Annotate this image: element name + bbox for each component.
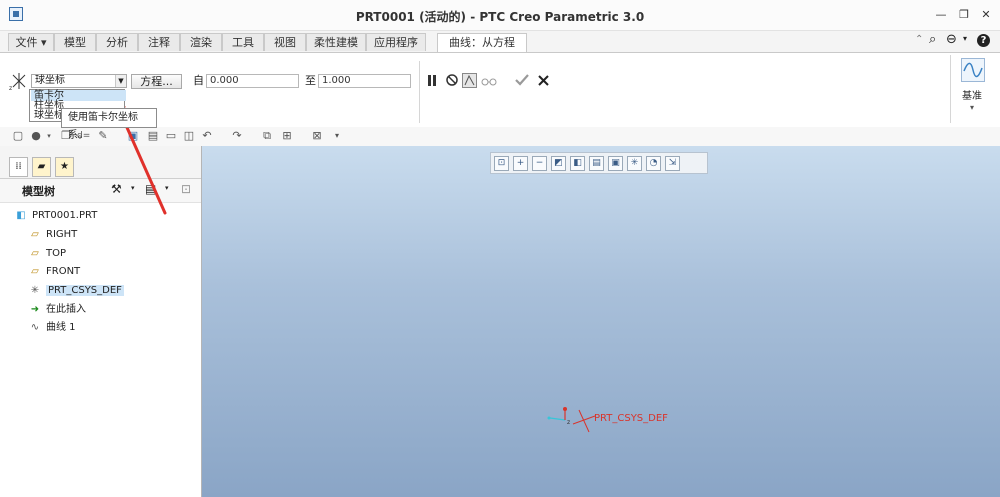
tree-item-right[interactable]: ▱ RIGHT [28, 226, 77, 243]
tree-item-curve[interactable]: ∿ 曲线 1 [28, 319, 76, 336]
saved-orientations-icon[interactable]: ▤ [589, 156, 604, 171]
chevron-down-icon: ▼ [115, 75, 126, 87]
window-icon[interactable]: ◫ [183, 130, 195, 142]
curve-icon: ∿ [30, 322, 40, 333]
layout-icon[interactable]: ⊞ [281, 130, 293, 142]
tab-annotate[interactable]: 注释 [138, 33, 180, 51]
save-icon[interactable]: ▣ [127, 130, 139, 142]
svg-text:z: z [567, 419, 570, 426]
sync-icon[interactable]: ⊖ [946, 32, 957, 47]
chevron-down-icon[interactable]: ▾ [43, 130, 55, 142]
tab-analysis[interactable]: 分析 [96, 33, 138, 51]
quick-access-toolbar: ▢ ● ▾ ❐ d= ✎ ▣ ▤ ▭ ◫ ↶ ↷ ⧉ ⊞ ⊠ ▾ [0, 127, 1000, 146]
csys-type-value: 球坐标 [35, 75, 65, 86]
datum-plane-icon: ▱ [31, 229, 39, 240]
collapse-ribbon-icon[interactable]: ⌃ [915, 34, 923, 45]
no-geometry-icon[interactable] [445, 73, 459, 87]
open-icon[interactable]: ▭ [165, 130, 177, 142]
model-tree-panel: ⁞⁞ ▰ ★ 模型树 ⚒ ▾ ▤ ▾ ⊡ ◧ PRT0001.PRT ▱ RIGHT… [0, 146, 202, 497]
csys-label: PRT_CSYS_DEF [594, 413, 668, 424]
refit-icon[interactable]: ⊡ [494, 156, 509, 171]
model-tree-title: 模型树 [22, 185, 55, 198]
zoom-window-icon[interactable]: ⧉ [261, 130, 273, 142]
close-x-icon[interactable] [537, 74, 550, 87]
spin-center-icon[interactable]: ◔ [646, 156, 661, 171]
chevron-down-icon[interactable]: ▾ [970, 103, 974, 112]
close-button[interactable]: ✕ [979, 9, 993, 21]
equation-button[interactable]: 方程... [131, 74, 182, 89]
from-value-field[interactable]: 0.000 [206, 74, 299, 88]
tab-model[interactable]: 模型 [54, 33, 96, 51]
datum-display-icon[interactable]: ✳ [627, 156, 642, 171]
datum-plane-icon: ▱ [31, 266, 39, 277]
graphics-toolbar: ⊡ + − ◩ ◧ ▤ ▣ ✳ ◔ ⇲ [490, 152, 708, 174]
window-title: PRT0001 (活动的) - PTC Creo Parametric 3.0 [355, 10, 645, 24]
navigator-tabs: ⁞⁞ ▰ ★ [0, 146, 201, 179]
minimize-button[interactable]: — [934, 9, 948, 21]
chevron-down-icon[interactable]: ▾ [165, 184, 169, 192]
tree-item-top[interactable]: ▱ TOP [28, 245, 66, 262]
filter-icon[interactable]: ⊡ [181, 182, 191, 196]
tab-applications[interactable]: 应用程序 [366, 33, 426, 51]
glasses-icon[interactable] [481, 74, 497, 87]
datum-label[interactable]: 基准 [962, 87, 982, 102]
verify-mode-icon[interactable] [462, 73, 477, 88]
tree-item-csys[interactable]: ✳ PRT_CSYS_DEF [28, 282, 124, 299]
folder-browser-tab[interactable]: ▰ [32, 157, 51, 177]
search-icon[interactable]: ⌕ [929, 32, 936, 47]
insert-arrow-icon: ➜ [30, 304, 40, 315]
view-manager-icon[interactable]: ▣ [608, 156, 623, 171]
checkmark-icon[interactable] [514, 72, 530, 88]
settings-icon[interactable]: ⚒ [111, 182, 122, 196]
model-tree-header: 模型树 ⚒ ▾ ▤ ▾ ⊡ [0, 179, 201, 203]
tree-item-front[interactable]: ▱ FRONT [28, 263, 80, 280]
to-label: 至 [305, 74, 316, 87]
tree-item-root[interactable]: ◧ PRT0001.PRT [14, 207, 97, 224]
restore-button[interactable]: ❐ [957, 9, 971, 21]
redo-icon[interactable]: ↷ [231, 130, 243, 142]
pause-icon[interactable] [426, 74, 438, 87]
help-icon[interactable]: ? [977, 34, 990, 47]
chevron-down-icon[interactable]: ▾ [131, 184, 135, 192]
chevron-down-icon[interactable]: ▾ [963, 34, 967, 43]
tab-curve-from-equation[interactable]: 曲线：从方程 [437, 33, 527, 52]
tree-item-insert-here[interactable]: ➜ 在此插入 [28, 301, 86, 318]
display-style-icon[interactable]: ◧ [570, 156, 585, 171]
csys-type-icon: z [9, 71, 29, 92]
undo-icon[interactable]: ↶ [201, 130, 213, 142]
tab-file[interactable]: 文件 ▾ [8, 33, 54, 51]
from-label: 自 [193, 74, 204, 87]
tab-render[interactable]: 渲染 [180, 33, 222, 51]
tab-tools[interactable]: 工具 [222, 33, 264, 51]
zoom-in-icon[interactable]: + [513, 156, 528, 171]
divider [950, 55, 951, 123]
model-tree-tab[interactable]: ⁞⁞ [9, 157, 28, 177]
show-icon[interactable]: ▤ [145, 182, 156, 196]
appearance-icon[interactable]: ● [30, 130, 42, 142]
divider [419, 61, 420, 123]
part-icon: ◧ [16, 210, 26, 221]
tooltip: 使用笛卡尔坐标系。 [61, 108, 157, 141]
datum-plane-icon: ▱ [31, 248, 39, 259]
new-file-icon[interactable]: ▢ [12, 130, 24, 142]
ribbon-tabs: 文件 ▾ 模型 分析 注释 渲染 工具 视图 柔性建模 应用程序 曲线：从方程 … [0, 32, 1000, 52]
csys-icon: ✳ [30, 285, 40, 296]
tab-view[interactable]: 视图 [264, 33, 306, 51]
regenerate-icon[interactable]: ▤ [147, 130, 159, 142]
csys-type-combo[interactable]: 球坐标 ▼ [31, 74, 127, 88]
chevron-down-icon[interactable]: ▾ [331, 130, 343, 142]
datum-curve-icon[interactable] [961, 58, 985, 82]
title-bar: PRT0001 (活动的) - PTC Creo Parametric 3.0 … [0, 0, 1000, 31]
repaint-icon[interactable]: ◩ [551, 156, 566, 171]
favorites-tab[interactable]: ★ [55, 157, 74, 177]
graphics-viewport[interactable]: ⊡ + − ◩ ◧ ▤ ▣ ✳ ◔ ⇲ z PRT_CSYS_DEF [202, 146, 1000, 497]
zoom-out-icon[interactable]: − [532, 156, 547, 171]
pencil-icon[interactable]: ✎ [97, 130, 109, 142]
to-value-field[interactable]: 1.000 [318, 74, 411, 88]
svg-text:z: z [9, 85, 12, 92]
close-window-icon[interactable]: ⊠ [311, 130, 323, 142]
annotation-display-icon[interactable]: ⇲ [665, 156, 680, 171]
tab-flexible-modeling[interactable]: 柔性建模 [306, 33, 366, 51]
